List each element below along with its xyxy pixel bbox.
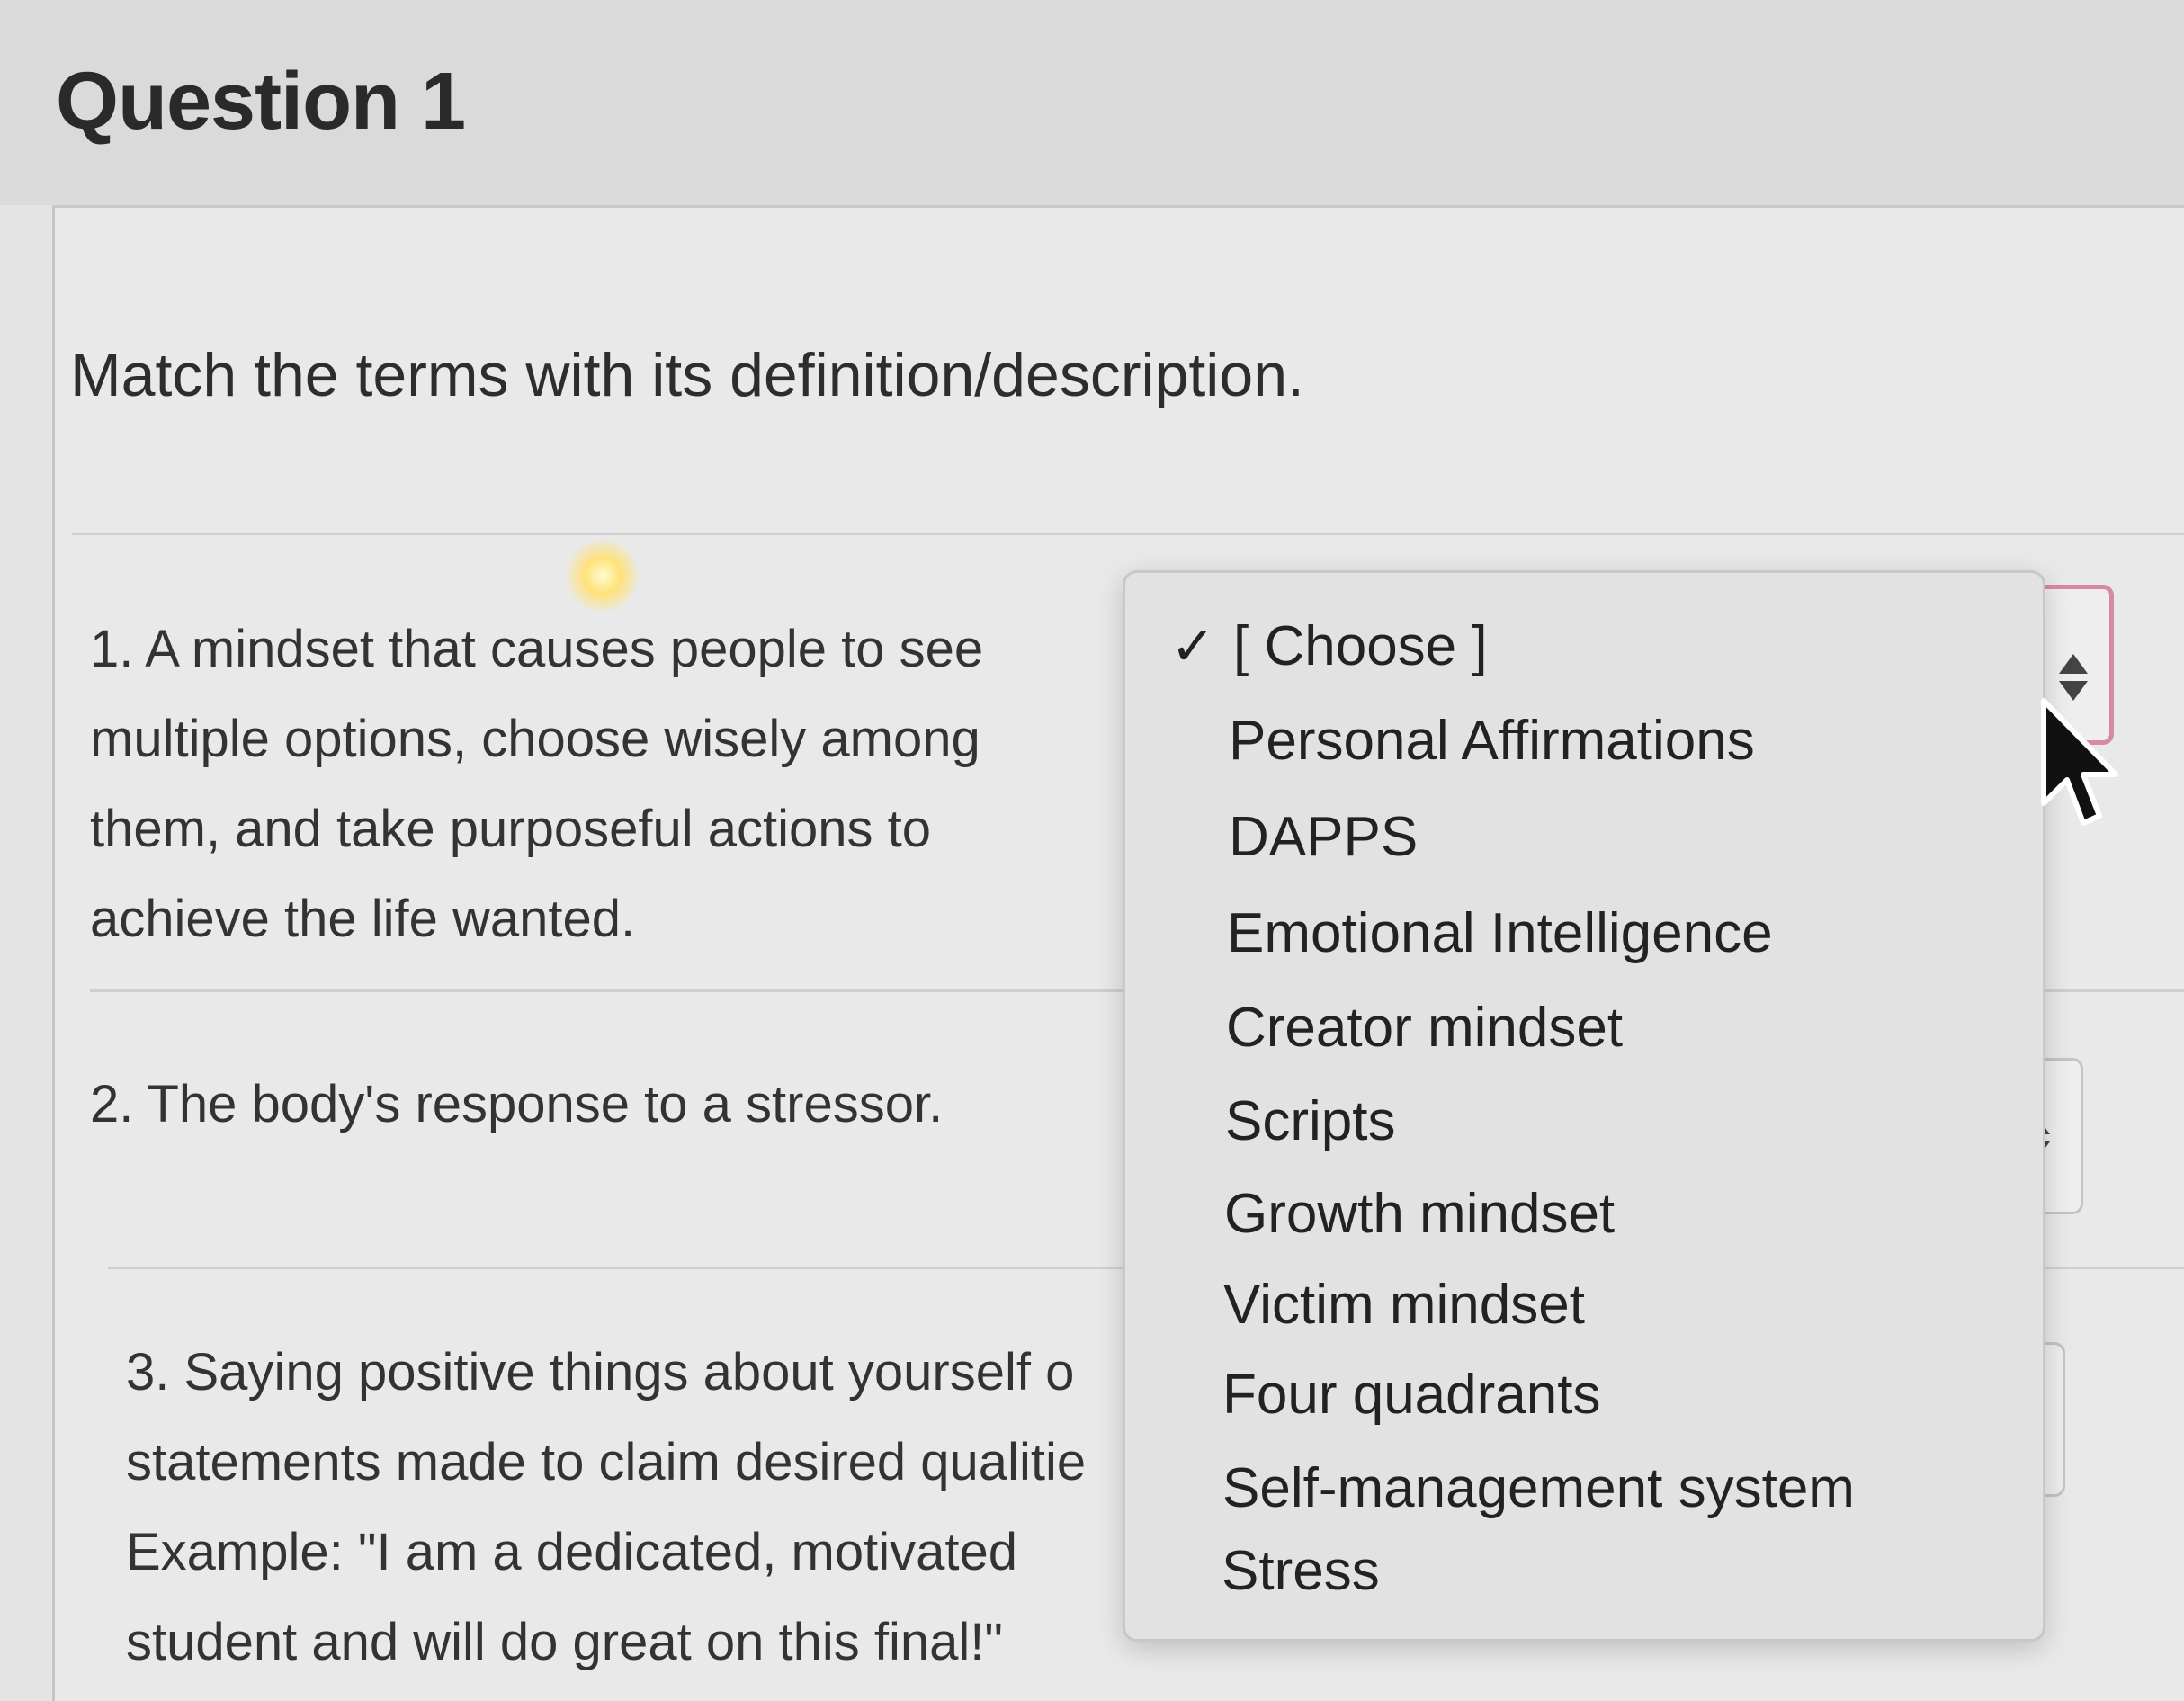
light-glare bbox=[567, 540, 639, 612]
option-label: DAPPS bbox=[1229, 806, 1419, 868]
dropdown-option-growth-mindset[interactable]: Growth mindset bbox=[1125, 1168, 2043, 1261]
dropdown-option-personal-affirmations[interactable]: Personal Affirmations bbox=[1125, 694, 2043, 788]
dropdown-option-dapps[interactable]: DAPPS bbox=[1125, 791, 2043, 884]
match-text: A mindset that causes people to see mult… bbox=[90, 620, 984, 948]
quiz-question: Question 1 Match the terms with its defi… bbox=[0, 0, 2184, 1701]
dropdown-option-scripts[interactable]: Scripts bbox=[1125, 1075, 2043, 1168]
option-label: Emotional Intelligence bbox=[1227, 902, 1773, 964]
option-label: Personal Affirmations bbox=[1229, 710, 1755, 772]
checkmark-icon: ✓ bbox=[1170, 616, 1216, 676]
match-number: 2. bbox=[90, 1075, 134, 1133]
question-left-border bbox=[0, 205, 55, 1701]
select-dropdown-list[interactable]: ✓ [ Choose ] Personal Affirmations DAPPS… bbox=[1123, 570, 2045, 1642]
dropdown-option-stress[interactable]: Stress bbox=[1125, 1525, 2043, 1618]
match-prompt-2: 2. The body's response to a stressor. bbox=[90, 1060, 1124, 1150]
dropdown-option-emotional-intelligence[interactable]: Emotional Intelligence bbox=[1125, 887, 2043, 980]
match-number: 1. bbox=[90, 620, 134, 678]
match-text: The body's response to a stressor. bbox=[147, 1075, 944, 1133]
option-label: Scripts bbox=[1225, 1090, 1396, 1152]
option-label: Four quadrants bbox=[1222, 1364, 1601, 1426]
match-text: Saying positive things about yourself o … bbox=[126, 1343, 1087, 1671]
match-prompt-3: 3. Saying positive things about yourself… bbox=[126, 1328, 1120, 1688]
dropdown-option-choose[interactable]: ✓ [ Choose ] bbox=[1125, 600, 2043, 694]
match-number: 3. bbox=[126, 1343, 170, 1401]
match-row-3: 3. Saying positive things about yourself… bbox=[126, 1328, 1120, 1688]
option-label: Creator mindset bbox=[1226, 997, 1624, 1059]
dropdown-option-self-management-system[interactable]: Self-management system bbox=[1125, 1442, 2043, 1535]
option-label: Growth mindset bbox=[1224, 1183, 1616, 1245]
question-title: Question 1 bbox=[56, 57, 466, 147]
match-prompt-1: 1. A mindset that causes people to see m… bbox=[90, 604, 1124, 964]
dropdown-option-four-quadrants[interactable]: Four quadrants bbox=[1125, 1348, 2043, 1442]
option-label: Victim mindset bbox=[1223, 1274, 1585, 1336]
option-label: [ Choose ] bbox=[1233, 615, 1488, 677]
dropdown-option-creator-mindset[interactable]: Creator mindset bbox=[1125, 981, 2043, 1075]
divider bbox=[72, 533, 2184, 535]
match-row-1: 1. A mindset that causes people to see m… bbox=[90, 604, 1124, 964]
mouse-pointer-icon bbox=[2040, 697, 2121, 832]
option-label: Stress bbox=[1222, 1540, 1380, 1602]
match-row-2: 2. The body's response to a stressor. bbox=[90, 1060, 1124, 1150]
dropdown-option-victim-mindset[interactable]: Victim mindset bbox=[1125, 1258, 2043, 1352]
option-label: Self-management system bbox=[1222, 1457, 1855, 1519]
question-prompt: Match the terms with its definition/desc… bbox=[70, 341, 1304, 409]
question-header: Question 1 bbox=[0, 0, 2184, 208]
up-down-arrows-icon bbox=[2055, 652, 2091, 703]
